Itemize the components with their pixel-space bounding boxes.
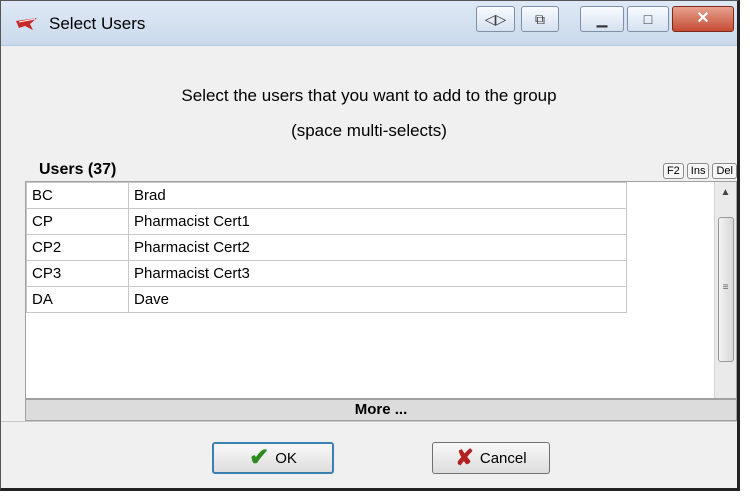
cancel-button[interactable]: ✘ Cancel [432,442,550,474]
window-title: Select Users [49,14,146,33]
f2-button[interactable]: F2 [662,163,684,179]
user-code-cell: CP [26,208,129,235]
table-row[interactable]: DA Dave [26,286,627,313]
prompt-line-1: Select the users that you want to add to… [181,86,557,105]
users-grid[interactable]: BC Brad CP Pharmacist Cert1 CP2 Pharmaci… [25,181,737,399]
users-table: BC Brad CP Pharmacist Cert1 CP2 Pharmaci… [26,182,627,313]
more-button[interactable]: More ... [25,399,737,421]
users-grid-header: Users (37) F2 Ins Del [25,161,737,181]
user-code-cell: DA [26,286,129,313]
scrollbar-thumb[interactable]: ≡ [718,217,734,362]
grip-icon: ≡ [722,282,729,293]
prompt-line-2: (space multi-selects) [291,121,447,140]
select-users-dialog: Select Users ◁▷ ⧉ ▁ □ ✕ Select the users… [0,0,740,491]
x-icon: ✘ [455,445,474,470]
dialog-footer: ✔ OK ✘ Cancel [1,421,737,490]
maximize-icon: □ [643,11,653,27]
copy-button[interactable]: ⧉ [521,6,559,32]
scroll-up-icon[interactable]: ▲ [715,187,736,198]
table-row[interactable]: CP2 Pharmacist Cert2 [26,234,627,261]
grid-shortcut-buttons: F2 Ins Del [662,163,737,179]
title-bar[interactable]: Select Users ◁▷ ⧉ ▁ □ ✕ [1,1,737,46]
user-name-cell: Pharmacist Cert3 [128,260,627,287]
copy-icon: ⧉ [535,11,545,27]
user-code-cell: CP2 [26,234,129,261]
resize-arrows-icon: ◁▷ [484,11,507,27]
cancel-label: Cancel [479,449,527,467]
resize-button[interactable]: ◁▷ [476,6,515,32]
table-row[interactable]: BC Brad [26,182,627,209]
table-row[interactable]: CP3 Pharmacist Cert3 [26,260,627,287]
users-count-label: Users (37) [39,161,117,178]
user-code-cell: CP3 [26,260,129,287]
insert-button[interactable]: Ins [686,163,710,179]
close-icon: ✕ [696,10,710,27]
user-name-cell: Brad [128,182,627,209]
user-name-cell: Pharmacist Cert2 [128,234,627,261]
checkmark-icon: ✔ [249,444,270,471]
ok-button[interactable]: ✔ OK [212,442,334,474]
table-row[interactable]: CP Pharmacist Cert1 [26,208,627,235]
close-button[interactable]: ✕ [672,6,734,32]
minimize-icon: ▁ [596,11,608,27]
user-code-cell: BC [26,182,129,209]
ok-label: OK [275,449,297,467]
user-name-cell: Dave [128,286,627,313]
delete-button[interactable]: Del [712,163,737,179]
app-icon [16,18,37,30]
user-name-cell: Pharmacist Cert1 [128,208,627,235]
minimize-button[interactable]: ▁ [580,6,624,32]
vertical-scrollbar[interactable]: ▲ ≡ [714,182,736,398]
maximize-button[interactable]: □ [627,6,669,32]
